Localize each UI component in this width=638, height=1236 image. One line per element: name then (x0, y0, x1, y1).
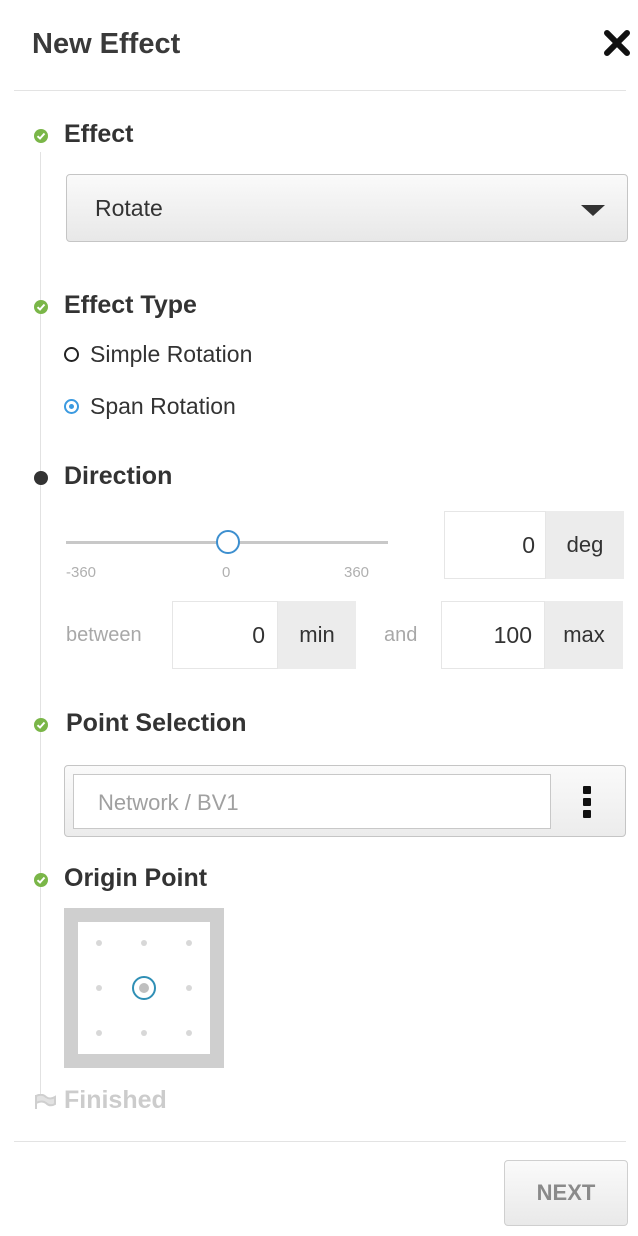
origin-point-grid (64, 908, 224, 1068)
origin-bottom-center[interactable] (141, 1030, 147, 1036)
radio-span-rotation[interactable]: Span Rotation (64, 393, 236, 420)
origin-bottom-right[interactable] (186, 1030, 192, 1036)
min-unit: min (278, 601, 356, 669)
point-options-button[interactable] (567, 782, 607, 822)
check-icon (34, 300, 48, 314)
slider-max-label: 360 (344, 564, 370, 581)
origin-center-selected[interactable] (132, 976, 156, 1000)
check-icon (34, 129, 48, 143)
degree-value: 0 (522, 532, 535, 558)
close-icon (604, 30, 630, 56)
step-connector (40, 152, 41, 1097)
flag-icon (34, 1093, 56, 1110)
origin-middle-right[interactable] (186, 985, 192, 991)
radio-label: Span Rotation (90, 393, 236, 419)
max-unit: max (545, 601, 623, 669)
origin-top-left[interactable] (96, 940, 102, 946)
min-input[interactable]: 0 (172, 601, 278, 669)
degree-input[interactable]: 0 (444, 511, 546, 579)
point-selection-input[interactable]: Network / BV1 (73, 774, 551, 829)
step-label-direction: Direction (64, 462, 173, 490)
step-label-finished: Finished (64, 1086, 167, 1114)
footer-divider (14, 1141, 626, 1142)
slider-mid-label: 0 (222, 564, 231, 581)
origin-top-center[interactable] (141, 940, 147, 946)
more-vertical-icon (583, 786, 591, 818)
step-label-point-selection: Point Selection (66, 709, 247, 737)
radio-label: Simple Rotation (90, 341, 253, 367)
check-icon (34, 873, 48, 887)
max-value: 100 (493, 622, 532, 648)
and-label: and (384, 624, 418, 646)
origin-top-right[interactable] (186, 940, 192, 946)
origin-middle-left[interactable] (96, 985, 102, 991)
effect-select[interactable]: Rotate (66, 174, 628, 242)
current-step-icon (34, 471, 48, 485)
radio-simple-rotation[interactable]: Simple Rotation (64, 341, 252, 368)
step-label-effect-type: Effect Type (64, 291, 197, 319)
slider-min-label: -360 (66, 564, 97, 581)
direction-slider-thumb[interactable] (216, 530, 240, 554)
max-input[interactable]: 100 (441, 601, 545, 669)
between-label: between (66, 624, 142, 646)
point-selection-group: Network / BV1 (64, 765, 626, 837)
close-button[interactable] (600, 26, 634, 60)
check-icon (34, 718, 48, 732)
next-button[interactable]: NEXT (504, 1160, 628, 1226)
header-divider (14, 90, 626, 91)
step-label-origin-point: Origin Point (64, 864, 208, 892)
effect-select-value: Rotate (95, 195, 163, 221)
step-label-effect: Effect (64, 120, 134, 148)
dialog-title: New Effect (32, 28, 181, 60)
degree-unit: deg (546, 511, 624, 579)
point-selection-placeholder: Network / BV1 (98, 790, 239, 815)
origin-bottom-left[interactable] (96, 1030, 102, 1036)
radio-unchecked-icon (64, 347, 79, 362)
radio-checked-icon (64, 399, 79, 414)
chevron-down-icon (581, 205, 605, 216)
min-value: 0 (252, 622, 265, 648)
